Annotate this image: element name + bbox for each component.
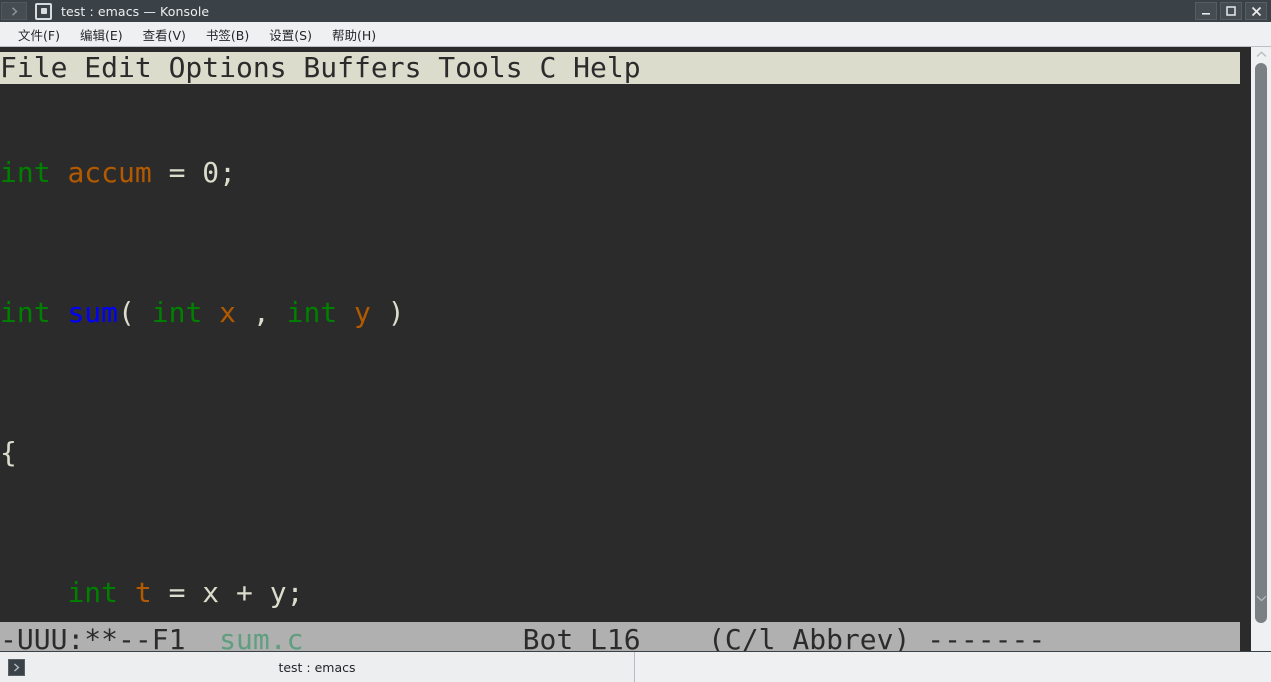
code-line-4: int t = x + y;: [0, 575, 1240, 610]
maximize-button[interactable]: [1220, 2, 1242, 20]
token-keyword: int: [286, 296, 338, 329]
modeline-buffer-name: sum.c: [219, 623, 304, 651]
menu-item-settings[interactable]: 设置(S): [259, 23, 322, 46]
chevron-up-icon[interactable]: [1251, 47, 1271, 61]
token-plain: (: [118, 296, 152, 329]
konsole-window: test : emacs — Konsole 文件(F) 编辑(E) 查看(V)…: [0, 0, 1271, 682]
emacs-modeline: -UUU:**--F1 sum.c Bot L16 (C/l Abbrev) -…: [0, 622, 1240, 651]
terminal-icon: [8, 658, 25, 676]
minimize-button[interactable]: [1195, 2, 1217, 20]
token-variable: accum: [67, 156, 152, 189]
token-keyword: int: [0, 156, 51, 189]
modeline-gap2: [641, 623, 708, 651]
menu-item-bookmarks[interactable]: 书签(B): [196, 23, 259, 46]
terminal-area[interactable]: File Edit Options Buffers Tools C Help i…: [0, 47, 1271, 651]
code-line-2: int sum( int x , int y ): [0, 295, 1240, 330]
window-title: test : emacs — Konsole: [61, 3, 210, 19]
emacs-menubar[interactable]: File Edit Options Buffers Tools C Help: [0, 52, 1240, 84]
konsole-menubar: 文件(F) 编辑(E) 查看(V) 书签(B) 设置(S) 帮助(H): [0, 22, 1271, 47]
modeline-gap3: [910, 623, 927, 651]
token-function: sum: [67, 296, 119, 329]
code-line-1: int accum = 0;: [0, 155, 1240, 190]
token-plain: = 0;: [151, 156, 237, 189]
modeline-position: Bot L16: [522, 623, 641, 651]
tab-label: test : emacs: [278, 659, 356, 675]
token-variable: t: [134, 576, 152, 609]
token-keyword: int: [0, 296, 51, 329]
tab-test-emacs[interactable]: test : emacs: [0, 652, 635, 682]
emacs-frame: File Edit Options Buffers Tools C Help i…: [0, 47, 1240, 651]
scrollbar-thumb[interactable]: [1255, 63, 1267, 623]
terminal-scrollbar[interactable]: [1251, 47, 1271, 651]
menu-item-edit[interactable]: 编辑(E): [70, 23, 133, 46]
token-brace: {: [0, 436, 17, 469]
chevron-down-icon[interactable]: [1251, 591, 1271, 605]
chevron-right-icon[interactable]: [1, 2, 27, 20]
menu-item-file[interactable]: 文件(F): [8, 23, 70, 46]
menu-item-view[interactable]: 查看(V): [133, 23, 196, 46]
modeline-gap1: [303, 623, 522, 651]
menu-item-help[interactable]: 帮助(H): [322, 23, 386, 46]
window-controls: [1195, 2, 1267, 20]
token-variable: x: [219, 296, 237, 329]
token-plain: ,: [236, 296, 287, 329]
token-keyword: int: [151, 296, 203, 329]
konsole-tabbar: test : emacs: [0, 651, 1271, 682]
token-variable: y: [354, 296, 371, 329]
emacs-buffer-text[interactable]: int accum = 0; int sum( int x , int y ) …: [0, 85, 1240, 651]
token-plain: = x + y;: [151, 576, 304, 609]
token-plain: ): [370, 296, 405, 329]
token-keyword: int: [67, 576, 119, 609]
modeline-status: -UUU:**--F1: [0, 623, 220, 651]
code-line-3: {: [0, 435, 1240, 470]
konsole-icon: [35, 2, 52, 20]
modeline-major-mode: (C/l Abbrev): [708, 623, 911, 651]
modeline-fill: -------: [927, 623, 1046, 651]
close-button[interactable]: [1245, 2, 1267, 20]
window-titlebar: test : emacs — Konsole: [0, 0, 1271, 22]
